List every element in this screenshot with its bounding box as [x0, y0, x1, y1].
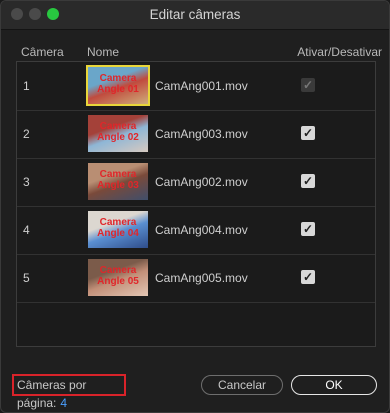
camera-row[interactable]: 1 Camera Angle 01 CamAng001.mov ✓ — [17, 62, 375, 111]
checkmark-icon: ✓ — [302, 78, 314, 92]
camera-number: 2 — [23, 127, 30, 141]
checkmark-icon: ✓ — [302, 126, 314, 140]
enable-checkbox[interactable]: ✓ — [301, 270, 315, 284]
cameras-per-page-label: Câmeras por página: — [17, 378, 87, 410]
checkmark-icon: ✓ — [302, 222, 314, 236]
camera-row[interactable]: 3 Camera Angle 03 CamAng002.mov ✓ — [17, 158, 375, 207]
enable-checkbox[interactable]: ✓ — [301, 78, 315, 92]
cameras-per-page[interactable]: Câmeras por página: 4 — [12, 374, 126, 410]
camera-number: 4 — [23, 223, 30, 237]
camera-file-name: CamAng003.mov — [155, 127, 248, 141]
camera-thumbnail[interactable]: Camera Angle 03 — [88, 163, 148, 200]
camera-row[interactable]: 4 Camera Angle 04 CamAng004.mov ✓ — [17, 206, 375, 255]
thumbnail-label: Camera Angle 02 — [97, 121, 139, 143]
camera-file-name: CamAng004.mov — [155, 223, 248, 237]
enable-checkbox[interactable]: ✓ — [301, 222, 315, 236]
camera-thumbnail[interactable]: Camera Angle 04 — [88, 211, 148, 248]
window-title: Editar câmeras — [149, 7, 241, 22]
thumbnail-label: Camera Angle 01 — [97, 73, 139, 95]
camera-row[interactable]: 5 Camera Angle 05 CamAng005.mov ✓ — [17, 254, 375, 303]
camera-list[interactable]: 1 Camera Angle 01 CamAng001.mov ✓ 2 Camera An… — [16, 61, 376, 347]
camera-row[interactable]: 2 Camera Angle 02 CamAng003.mov ✓ — [17, 110, 375, 159]
camera-thumbnail[interactable]: Camera Angle 01 — [86, 65, 150, 106]
thumbnail-label: Camera Angle 05 — [97, 265, 139, 287]
camera-thumbnail[interactable]: Camera Angle 05 — [88, 259, 148, 296]
camera-file-name: CamAng002.mov — [155, 175, 248, 189]
enable-checkbox[interactable]: ✓ — [301, 126, 315, 140]
cameras-per-page-value[interactable]: 4 — [60, 396, 67, 410]
camera-file-name: CamAng001.mov — [155, 79, 248, 93]
edit-cameras-dialog: Editar câmeras Câmera Nome Ativar/Desati… — [0, 0, 390, 413]
column-header-name: Nome — [87, 45, 120, 59]
cancel-button[interactable]: Cancelar — [201, 375, 283, 395]
camera-number: 1 — [23, 79, 30, 93]
camera-file-name: CamAng005.mov — [155, 271, 248, 285]
column-header-toggle: Ativar/Desativar — [297, 45, 382, 59]
thumbnail-label: Camera Angle 03 — [97, 169, 139, 191]
camera-thumbnail[interactable]: Camera Angle 02 — [88, 115, 148, 152]
title-bar: Editar câmeras — [1, 1, 389, 30]
ok-button[interactable]: OK — [291, 375, 377, 395]
camera-number: 3 — [23, 175, 30, 189]
column-header-camera: Câmera — [21, 45, 64, 59]
enable-checkbox[interactable]: ✓ — [301, 174, 315, 188]
checkmark-icon: ✓ — [302, 270, 314, 284]
camera-number: 5 — [23, 271, 30, 285]
checkmark-icon: ✓ — [302, 174, 314, 188]
thumbnail-label: Camera Angle 04 — [97, 217, 139, 239]
